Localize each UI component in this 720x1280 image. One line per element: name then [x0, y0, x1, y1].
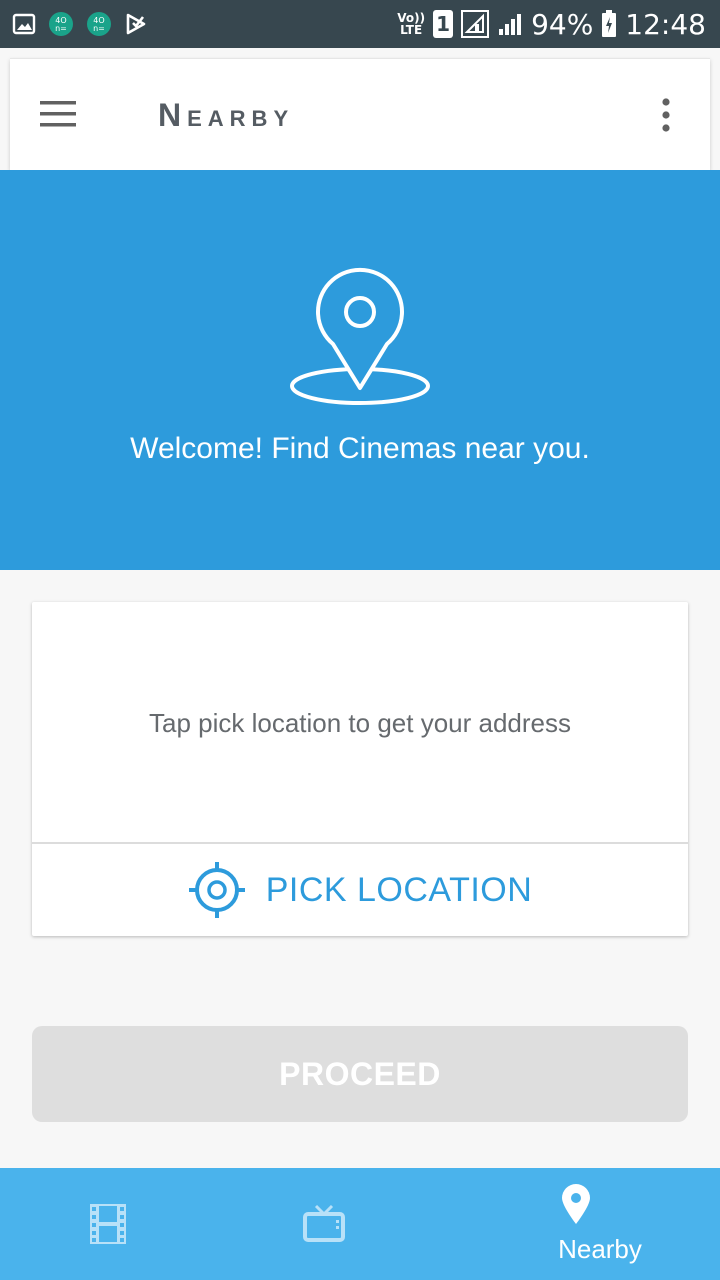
- nav-item-tv[interactable]: [240, 1168, 480, 1280]
- sim-icon: 1: [433, 10, 454, 38]
- image-icon: [12, 12, 36, 36]
- nav-item-movies[interactable]: [0, 1168, 240, 1280]
- menu-button[interactable]: [36, 95, 80, 135]
- lte-text: LTE: [400, 23, 423, 37]
- welcome-text: Welcome! Find Cinemas near you.: [130, 432, 590, 465]
- bottom-navigation: Nearby: [0, 1168, 720, 1280]
- battery-charging-icon: [601, 10, 617, 38]
- proceed-label: PROCEED: [279, 1055, 441, 1092]
- sim-number: 1: [436, 12, 451, 36]
- crosshair-icon: [188, 862, 245, 918]
- signal-sim1-icon: [461, 10, 490, 38]
- film-icon: [90, 1204, 126, 1244]
- page-title: Nearby: [158, 97, 295, 133]
- hamburger-menu-icon: [40, 101, 76, 127]
- proceed-button[interactable]: PROCEED: [32, 1026, 688, 1122]
- more-vertical-icon: [662, 98, 670, 132]
- clock: 12:48: [625, 7, 706, 41]
- battery-percent: 94%: [531, 7, 594, 41]
- svg-text:n=: n=: [93, 24, 105, 33]
- location-pin-icon: [562, 1184, 590, 1224]
- nav-item-nearby[interactable]: Nearby: [480, 1168, 720, 1280]
- pick-location-label: PICK LOCATION: [265, 870, 533, 909]
- play-store-icon: [124, 12, 148, 36]
- welcome-banner: Welcome! Find Cinemas near you.: [0, 170, 720, 570]
- status-bar: 4O n= 4O n= Vo)) LTE 1 94% 12:48: [0, 0, 720, 48]
- signal-sim2-icon: [497, 11, 523, 37]
- location-pin-icon: [290, 267, 430, 405]
- app-notification-icon: 4O n=: [86, 11, 112, 37]
- status-right-icons: Vo)) LTE 1 94% 12:48: [397, 8, 706, 41]
- svg-text:n=: n=: [55, 24, 67, 33]
- pick-location-button[interactable]: PICK LOCATION: [32, 844, 688, 936]
- tv-icon: [303, 1204, 345, 1242]
- nav-label-nearby: Nearby: [558, 1234, 642, 1264]
- overflow-menu-button[interactable]: [652, 95, 680, 135]
- status-left-icons: 4O n= 4O n=: [12, 11, 148, 37]
- volte-indicator: Vo)) LTE: [397, 12, 425, 36]
- app-bar: Nearby: [10, 58, 710, 170]
- address-placeholder-text: Tap pick location to get your address: [148, 708, 572, 738]
- app-notification-icon: 4O n=: [48, 11, 74, 37]
- location-card: Tap pick location to get your address PI…: [32, 602, 688, 936]
